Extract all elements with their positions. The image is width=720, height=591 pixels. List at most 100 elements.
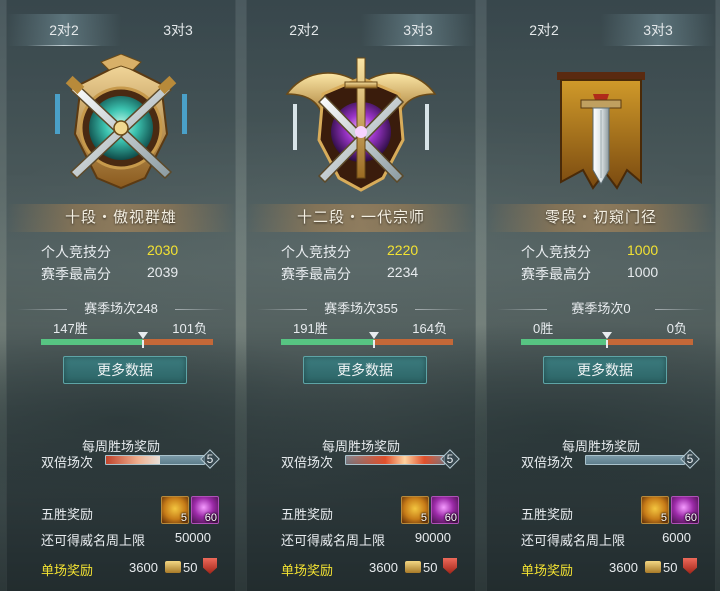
more-data-button[interactable]: 更多数据 [63, 356, 187, 384]
five-win-reward-label: 五胜奖励 [41, 507, 94, 522]
win-ratio-marker [602, 332, 612, 348]
item1-count: 5 [180, 512, 187, 524]
personal-score-label: 个人竞技分 [41, 244, 111, 260]
season-high-row: 赛季最高分 2234 [281, 264, 451, 284]
single-badge-value: 50 [183, 560, 198, 575]
personal-score-row: 个人竞技分 2030 [41, 242, 211, 262]
wins-count: 0胜 [533, 321, 554, 336]
personal-score-value: 1000 [627, 242, 659, 258]
double-games-fill [346, 456, 444, 464]
item2-count: 60 [444, 512, 457, 524]
double-games-fill [106, 456, 160, 464]
double-games-progress [105, 455, 205, 465]
five-win-reward-label: 五胜奖励 [281, 507, 334, 522]
losses-count: 101负 [172, 321, 207, 336]
gold-chest-icon[interactable]: 5 [161, 496, 189, 524]
arena-panel-1: 2对2 3对3 十段・傲视群雄 个人竞技分 2030 赛季最高分 2039 赛季… [6, 0, 236, 591]
double-games-count: 5 [201, 450, 219, 468]
double-games-count-text: 5 [686, 452, 694, 466]
double-games-progress [585, 455, 685, 465]
arena-panel-2: 2对2 3对3 十二段・一代宗师 个人竞技分 2220 赛季最高分 2234 赛… [246, 0, 476, 591]
season-high-value: 2234 [387, 264, 419, 280]
single-reward-label: 单场奖励 [41, 563, 94, 578]
win-segment [41, 339, 143, 345]
personal-score-label: 个人竞技分 [281, 244, 351, 260]
more-data-button[interactable]: 更多数据 [543, 356, 667, 384]
personal-score-value: 2030 [147, 242, 179, 258]
single-reward-label: 单场奖励 [281, 563, 334, 578]
losses-count: 0负 [666, 321, 687, 336]
weekly-limit-value: 90000 [414, 530, 451, 545]
double-games-label: 双倍场次 [281, 455, 334, 470]
item2-count: 60 [684, 512, 697, 524]
season-high-value: 2039 [147, 264, 179, 280]
losses-count: 164负 [412, 321, 447, 336]
weekly-limit-label: 还可得威名周上限 [41, 533, 146, 548]
arena-panel-3: 2对2 3对3 零段・初窥门径 个人竞技分 1000 赛季最高分 1000 赛季… [486, 0, 716, 591]
single-coin-value: 3600 [609, 560, 638, 575]
double-games-label: 双倍场次 [521, 455, 574, 470]
badge-icon [203, 558, 217, 574]
purple-orb-icon[interactable]: 60 [431, 496, 459, 524]
season-games: 赛季场次0 [487, 300, 715, 318]
win-loss-bar [281, 332, 453, 348]
single-badge-value: 50 [423, 560, 438, 575]
win-loss-bar [41, 332, 213, 348]
coin-icon [645, 561, 661, 573]
weekly-limit-label: 还可得威名周上限 [521, 533, 626, 548]
loss-segment [142, 339, 213, 345]
badge-icon [443, 558, 457, 574]
season-high-row: 赛季最高分 2039 [41, 264, 211, 284]
wins-count: 191胜 [293, 321, 328, 336]
win-segment [281, 339, 374, 345]
loss-segment [607, 339, 693, 345]
season-games: 赛季场次248 [7, 300, 235, 318]
purple-orb-icon[interactable]: 60 [191, 496, 219, 524]
mode-tabs: 2对2 3对3 [7, 14, 235, 46]
badge-icon [683, 558, 697, 574]
rank-name: 十二段・一代宗师 [296, 209, 425, 226]
rank-bar: 十段・傲视群雄 [7, 204, 235, 232]
season-high-label: 赛季最高分 [521, 266, 591, 282]
tab-3v3[interactable]: 3对3 [121, 14, 235, 46]
coin-icon [165, 561, 181, 573]
tab-3v3[interactable]: 3对3 [601, 14, 715, 46]
rank-name: 十段・傲视群雄 [64, 209, 177, 226]
season-high-label: 赛季最高分 [281, 266, 351, 282]
double-games-progress [345, 455, 445, 465]
gold-chest-icon[interactable]: 5 [401, 496, 429, 524]
weekly-limit-value: 50000 [174, 530, 211, 545]
tab-2v2[interactable]: 2对2 [7, 14, 121, 46]
more-data-button[interactable]: 更多数据 [303, 356, 427, 384]
win-loss-bar [521, 332, 693, 348]
mode-tabs: 2对2 3对3 [487, 14, 715, 46]
loss-segment [373, 339, 453, 345]
tab-2v2[interactable]: 2对2 [247, 14, 361, 46]
gold-chest-icon[interactable]: 5 [641, 496, 669, 524]
double-games-count-text: 5 [206, 452, 214, 466]
weekly-limit-value: 6000 [662, 530, 691, 545]
mode-tabs: 2对2 3对3 [247, 14, 475, 46]
season-high-value: 1000 [627, 264, 659, 280]
tab-2v2[interactable]: 2对2 [487, 14, 601, 46]
double-games-count: 5 [441, 450, 459, 468]
personal-score-value: 2220 [387, 242, 419, 258]
tab-3v3[interactable]: 3对3 [361, 14, 475, 46]
five-win-reward-label: 五胜奖励 [521, 507, 574, 522]
weekly-limit-label: 还可得威名周上限 [281, 533, 386, 548]
item1-count: 5 [420, 512, 427, 524]
single-coin-value: 3600 [369, 560, 398, 575]
jade-crossed-swords-emblem-icon [55, 54, 187, 190]
season-games: 赛季场次355 [247, 300, 475, 318]
single-badge-value: 50 [663, 560, 678, 575]
purple-orb-icon[interactable]: 60 [671, 496, 699, 524]
banner-sword-emblem-icon [557, 72, 645, 190]
rank-bar: 十二段・一代宗师 [247, 204, 475, 232]
rank-bar: 零段・初窥门径 [487, 204, 715, 232]
personal-score-label: 个人竞技分 [521, 244, 591, 260]
single-reward-label: 单场奖励 [521, 563, 574, 578]
win-ratio-marker [368, 332, 379, 348]
wins-count: 147胜 [53, 321, 88, 336]
single-coin-value: 3600 [129, 560, 158, 575]
double-games-label: 双倍场次 [41, 455, 94, 470]
